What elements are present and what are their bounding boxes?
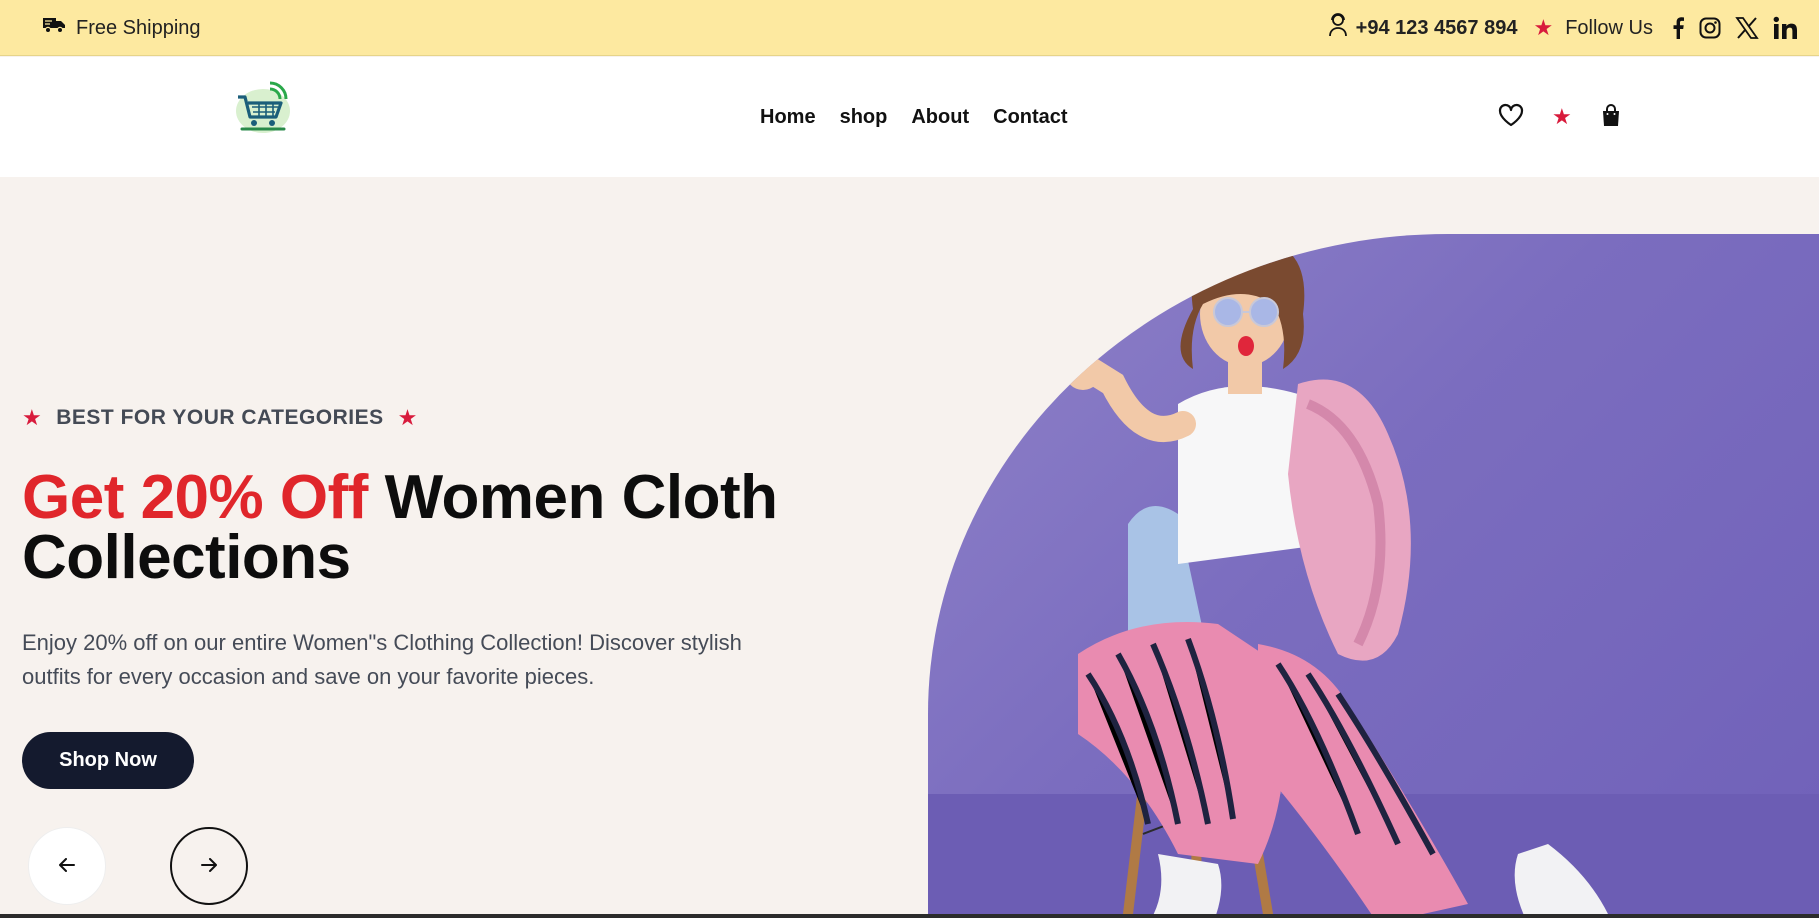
model-photo (928, 239, 1819, 914)
nav-home[interactable]: Home (760, 106, 816, 129)
phone-number: +94 123 4567 894 (1355, 16, 1518, 39)
nav-shop[interactable]: shop (840, 106, 888, 129)
facebook-icon[interactable] (1671, 17, 1685, 39)
x-icon[interactable] (1735, 16, 1759, 40)
contact-social: +94 123 4567 894 ★ Follow Us (1328, 0, 1799, 56)
star-icon: ★ (22, 405, 43, 430)
arrow-left-icon (59, 857, 75, 875)
main-header: Home shop About Contact ★ (0, 57, 1819, 177)
shopping-bag-icon[interactable] (1600, 103, 1622, 132)
follow-us-label: Follow Us (1565, 16, 1653, 39)
truck-icon (42, 15, 66, 41)
main-nav: Home shop About Contact (760, 57, 1068, 177)
hero-tagline: ★ BEST FOR YOUR CATEGORIES ★ (22, 406, 418, 430)
shipping-text: Free Shipping (76, 16, 201, 39)
heart-icon[interactable] (1498, 103, 1524, 132)
star-icon: ★ (397, 405, 418, 430)
support-agent-icon (1328, 13, 1348, 43)
top-bar: Free Shipping +94 123 4567 894 ★ Follow … (0, 0, 1819, 56)
header-icons: ★ (1498, 57, 1622, 177)
hero-headline: Get 20% Off Women Cloth Collections (22, 467, 842, 589)
slider-next-button[interactable] (170, 827, 248, 905)
slider-prev-button[interactable] (28, 827, 106, 905)
star-icon: ★ (1533, 15, 1554, 40)
arrow-right-icon (201, 857, 217, 875)
headline-accent: Get 20% Off (22, 463, 368, 532)
hero-image (928, 234, 1819, 914)
phone-info[interactable]: +94 123 4567 894 (1328, 13, 1518, 43)
hero-description: Enjoy 20% off on our entire Women"s Clot… (22, 630, 742, 689)
shipping-info: Free Shipping (42, 0, 201, 56)
star-icon[interactable]: ★ (1552, 106, 1572, 128)
nav-contact[interactable]: Contact (993, 106, 1067, 129)
shop-now-button[interactable]: Shop Now (22, 732, 194, 789)
nav-about[interactable]: About (911, 106, 969, 129)
instagram-icon[interactable] (1699, 17, 1721, 39)
page: Free Shipping +94 123 4567 894 ★ Follow … (0, 0, 1819, 914)
linkedin-icon[interactable] (1773, 16, 1799, 40)
store-logo[interactable] (232, 81, 294, 135)
social-links (1671, 16, 1799, 40)
tagline-text: BEST FOR YOUR CATEGORIES (56, 406, 384, 429)
